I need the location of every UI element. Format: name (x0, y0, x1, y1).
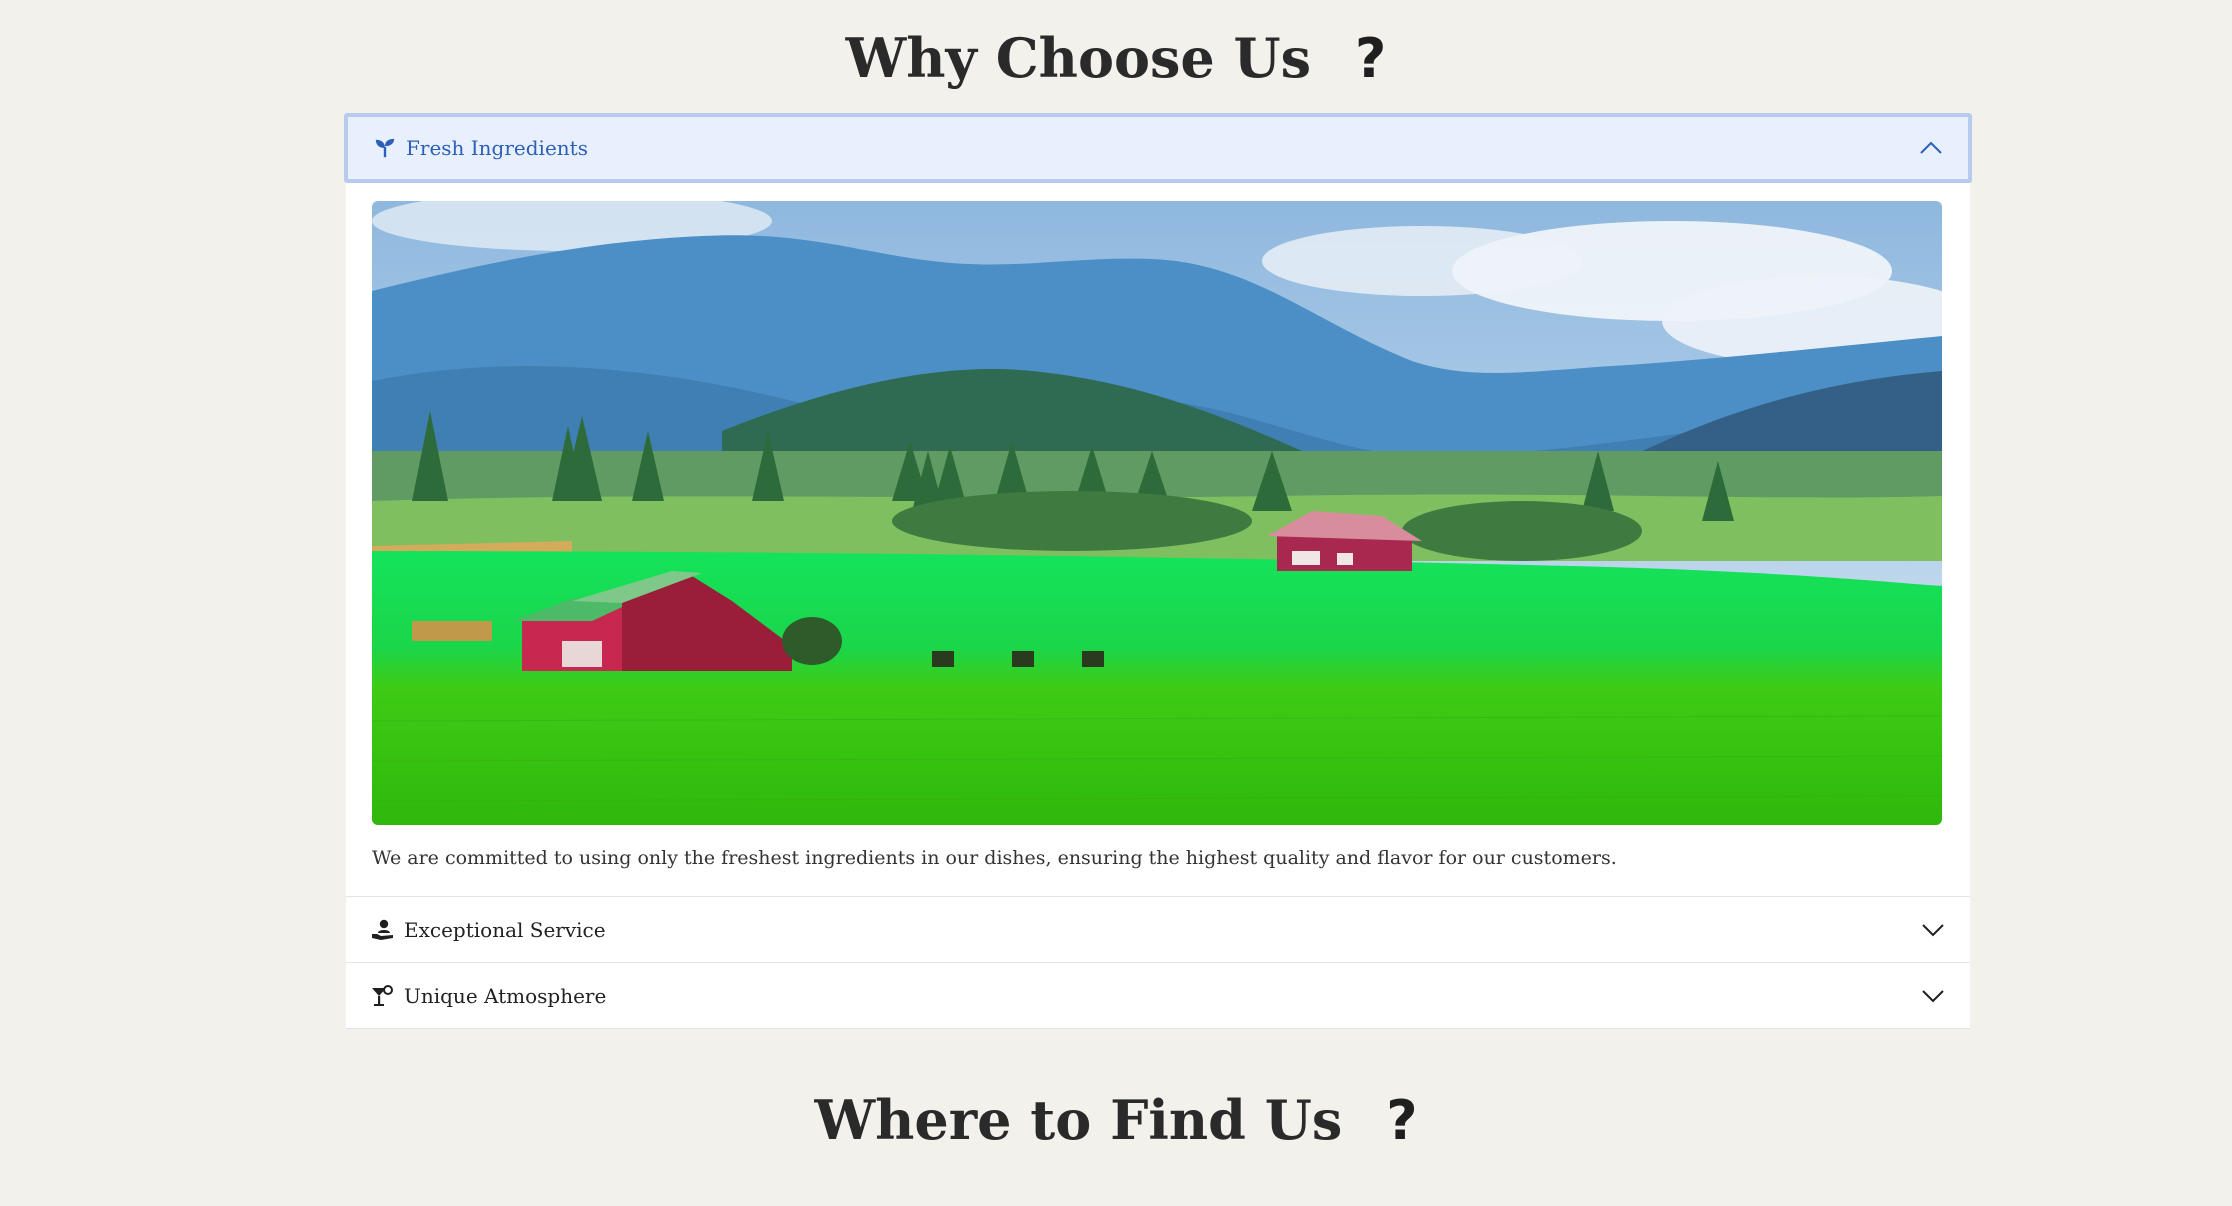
why-choose-us-title: Why Choose Us (845, 26, 1312, 90)
question-mark-icon: ? (1386, 1089, 1418, 1152)
accordion-header-fresh-ingredients[interactable]: Fresh Ingredients (344, 113, 1972, 183)
chevron-down-icon[interactable] (1920, 922, 1946, 938)
seedling-icon (372, 135, 398, 161)
cocktail-icon (370, 983, 396, 1009)
why-choose-us-accordion: Fresh Ingredients We are committed to us… (344, 113, 1972, 1029)
accordion-header-exceptional-service[interactable]: Exceptional Service (346, 897, 1970, 963)
where-to-find-us-heading: Where to Find Us? (0, 1088, 2232, 1152)
accordion-label-unique-atmosphere: Unique Atmosphere (404, 983, 607, 1008)
farmland-landscape-image (372, 201, 1942, 825)
accordion-header-unique-atmosphere[interactable]: Unique Atmosphere (346, 963, 1970, 1029)
chevron-up-icon[interactable] (1918, 140, 1944, 156)
where-to-find-us-title: Where to Find Us (814, 1088, 1343, 1152)
question-mark-icon: ? (1355, 27, 1387, 90)
accordion-label-exceptional-service: Exceptional Service (404, 917, 606, 942)
fresh-ingredients-description: We are committed to using only the fresh… (372, 847, 1617, 869)
accordion-label-fresh-ingredients: Fresh Ingredients (406, 136, 588, 160)
accordion-panel-fresh-ingredients: We are committed to using only the fresh… (346, 183, 1970, 897)
hand-holding-person-icon (370, 917, 396, 943)
chevron-down-icon[interactable] (1920, 988, 1946, 1004)
why-choose-us-heading: Why Choose Us? (0, 26, 2232, 90)
